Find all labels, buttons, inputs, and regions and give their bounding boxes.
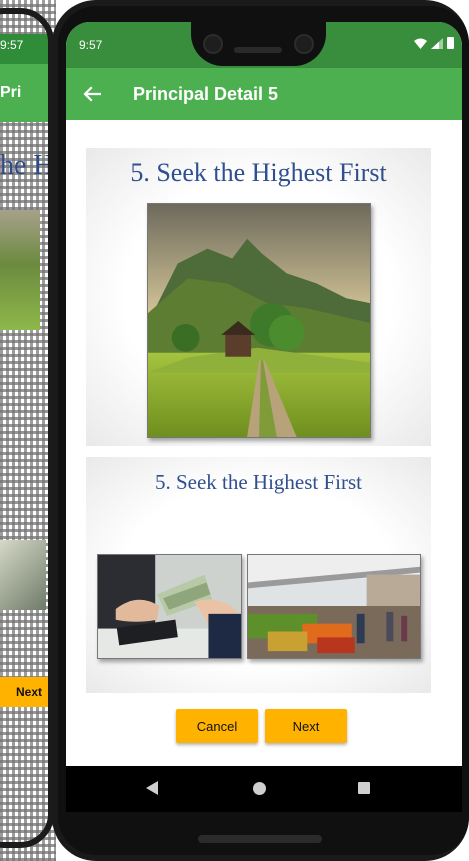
- slide-title: 5. Seek the Highest First: [154, 470, 363, 494]
- ghost-phone-frame: [0, 8, 54, 848]
- front-sensor-icon: [294, 34, 314, 54]
- page-title: Principal Detail 5: [133, 84, 279, 104]
- ghost-phone-artifact: 9:57 Pri he H Next: [0, 0, 56, 861]
- battery-icon: [447, 37, 454, 49]
- signal-icon: [431, 37, 443, 49]
- slide-mountain: 5. Seek the Highest First: [86, 148, 431, 446]
- back-button[interactable]: [76, 78, 108, 110]
- arrow-left-icon: [83, 86, 101, 102]
- status-time: 9:57: [79, 38, 103, 52]
- earpiece-speaker: [234, 47, 282, 53]
- mountain-landscape-image: [147, 203, 371, 438]
- bottom-speaker-grille: [198, 835, 322, 843]
- screenshot-stage: 9:57 Pri he H Next 9:57 Principal Detail…: [0, 0, 469, 861]
- status-icons: [414, 37, 454, 49]
- phone-screen: 9:57 Principal Detail 5 5. Seek the High…: [66, 22, 462, 812]
- content-area: 5. Seek the Highest First 5. Seek the Hi…: [66, 120, 462, 766]
- money-handover-image: [97, 554, 242, 659]
- recents-square-icon[interactable]: [358, 782, 370, 794]
- cancel-button[interactable]: Cancel: [176, 709, 258, 743]
- front-camera-icon: [203, 34, 223, 54]
- app-bar: Principal Detail 5: [66, 68, 462, 120]
- phone-frame: 9:57 Principal Detail 5 5. Seek the High…: [52, 0, 469, 861]
- next-button[interactable]: Next: [265, 709, 347, 743]
- system-nav-bar: [66, 766, 462, 812]
- market-stalls-image: [247, 554, 421, 659]
- back-triangle-icon[interactable]: [146, 781, 159, 795]
- slide-money-market: 5. Seek the Highest First: [86, 457, 431, 693]
- camera-notch: [191, 22, 326, 66]
- wifi-icon: [414, 38, 427, 49]
- slide-title: 5. Seek the Highest First: [130, 158, 387, 187]
- home-circle-icon[interactable]: [253, 782, 266, 795]
